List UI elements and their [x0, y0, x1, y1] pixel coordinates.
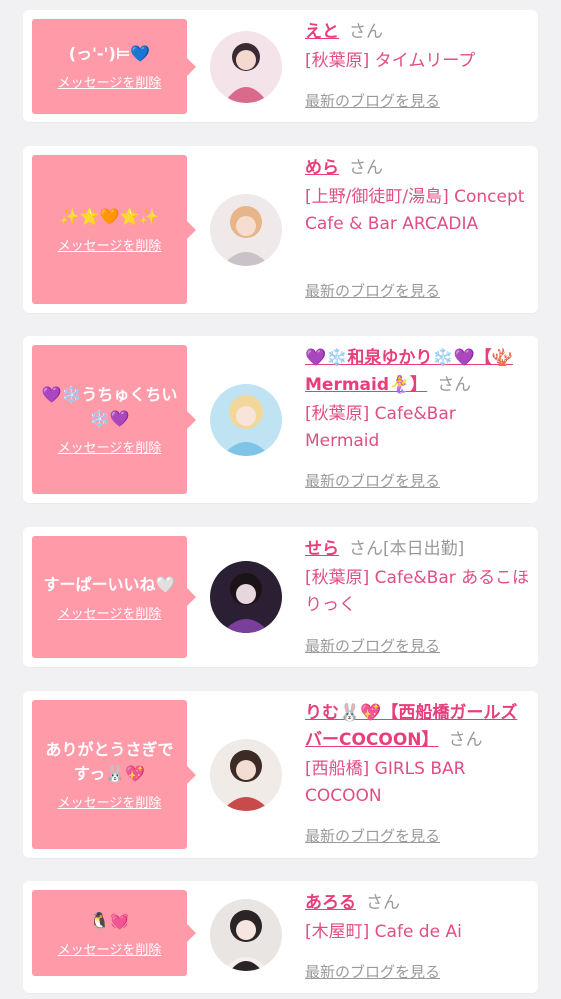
- message-bubble: ✨🌟🧡🌟✨ メッセージを削除: [32, 155, 196, 304]
- message-text: ありがとうさぎですっ🐰💖: [45, 740, 174, 783]
- avatar[interactable]: [210, 899, 282, 971]
- message-text: (っ'-')⊨💙: [68, 44, 151, 63]
- avatar[interactable]: [210, 561, 282, 633]
- shop-name: [秋葉原] タイムリープ: [305, 51, 476, 71]
- message-bubble: 🐧💓 メッセージを削除: [32, 890, 196, 976]
- message-card: 💜❄️うちゅくちい❄️💜 メッセージを削除 💜❄️和泉ゆかり❄️💜【🪸Merma…: [23, 336, 538, 503]
- honorific: さん: [349, 158, 383, 178]
- delete-message-link[interactable]: メッセージを削除: [58, 939, 162, 958]
- avatar[interactable]: [210, 384, 282, 456]
- cast-name-link[interactable]: めら: [305, 158, 339, 178]
- honorific: さん: [349, 539, 383, 559]
- cast-info: あろる さん [木屋町] Cafe de Ai: [305, 890, 530, 946]
- cast-info: 💜❄️和泉ゆかり❄️💜【🪸Mermaid🧜‍♀️】 さん [秋葉原] Cafe&B…: [305, 345, 530, 455]
- latest-blog-link[interactable]: 最新のブログを見る: [305, 90, 440, 111]
- shop-name: [秋葉原] Cafe&Bar Mermaid: [305, 404, 456, 451]
- delete-message-link[interactable]: メッセージを削除: [58, 437, 162, 456]
- delete-message-link[interactable]: メッセージを削除: [58, 603, 162, 622]
- attendance-status: [本日出勤]: [383, 539, 465, 559]
- message-card: すーぱーいいね🤍 メッセージを削除 せら さん[本日出勤] [秋葉原] Cafe&…: [23, 527, 538, 667]
- message-text: すーぱーいいね🤍: [43, 574, 176, 594]
- honorific: さん: [349, 22, 383, 42]
- delete-message-link[interactable]: メッセージを削除: [58, 235, 162, 254]
- shop-name: [木屋町] Cafe de Ai: [305, 922, 462, 942]
- message-text: ✨🌟🧡🌟✨: [59, 207, 160, 226]
- cast-info: えと さん [秋葉原] タイムリープ: [305, 19, 530, 75]
- message-bubble: ありがとうさぎですっ🐰💖 メッセージを削除: [32, 700, 196, 849]
- avatar[interactable]: [210, 739, 282, 811]
- latest-blog-link[interactable]: 最新のブログを見る: [305, 825, 440, 846]
- latest-blog-link[interactable]: 最新のブログを見る: [305, 280, 440, 301]
- cast-name-link[interactable]: あろる: [305, 893, 356, 913]
- message-card: 🐧💓 メッセージを削除 あろる さん [木屋町] Cafe de Ai 最新のブロ…: [23, 881, 538, 993]
- avatar[interactable]: [210, 31, 282, 103]
- cast-info: せら さん[本日出勤] [秋葉原] Cafe&Bar あるこほりっく: [305, 536, 530, 619]
- message-card: ありがとうさぎですっ🐰💖 メッセージを削除 りむ🐰💖【西船橋ガールズバーCOCO…: [23, 691, 538, 858]
- shop-name: [上野/御徒町/湯島] Concept Cafe & Bar ARCADIA: [305, 187, 525, 234]
- shop-name: [秋葉原] Cafe&Bar あるこほりっく: [305, 568, 530, 615]
- message-text: 🐧💓: [89, 910, 130, 930]
- cast-name-link[interactable]: りむ🐰💖【西船橋ガールズバーCOCOON】: [305, 703, 517, 750]
- cast-name-link[interactable]: 💜❄️和泉ゆかり❄️💜【🪸Mermaid🧜‍♀️】: [305, 348, 513, 395]
- message-text: 💜❄️うちゅくちい❄️💜: [41, 385, 178, 428]
- cast-info: りむ🐰💖【西船橋ガールズバーCOCOON】 さん [西船橋] GIRLS BAR …: [305, 700, 530, 810]
- honorific: さん: [366, 893, 400, 913]
- honorific: さん: [448, 730, 483, 750]
- shop-name: [西船橋] GIRLS BAR COCOON: [305, 759, 466, 806]
- honorific: さん: [437, 375, 472, 395]
- latest-blog-link[interactable]: 最新のブログを見る: [305, 470, 440, 491]
- delete-message-link[interactable]: メッセージを削除: [58, 792, 162, 811]
- latest-blog-link[interactable]: 最新のブログを見る: [305, 635, 440, 656]
- message-card: ✨🌟🧡🌟✨ メッセージを削除 めら さん [上野/御徒町/湯島] Concept …: [23, 146, 538, 313]
- message-card: (っ'-')⊨💙 メッセージを削除 えと さん [秋葉原] タイムリープ 最新のブ…: [23, 10, 538, 122]
- message-bubble: (っ'-')⊨💙 メッセージを削除: [32, 19, 196, 114]
- avatar[interactable]: [210, 194, 282, 266]
- latest-blog-link[interactable]: 最新のブログを見る: [305, 961, 440, 982]
- cast-name-link[interactable]: せら: [305, 539, 339, 559]
- message-bubble: すーぱーいいね🤍 メッセージを削除: [32, 536, 196, 658]
- cast-info: めら さん [上野/御徒町/湯島] Concept Cafe & Bar ARCA…: [305, 155, 530, 238]
- cast-name-link[interactable]: えと: [305, 22, 339, 42]
- message-bubble: 💜❄️うちゅくちい❄️💜 メッセージを削除: [32, 345, 196, 494]
- delete-message-link[interactable]: メッセージを削除: [58, 72, 162, 91]
